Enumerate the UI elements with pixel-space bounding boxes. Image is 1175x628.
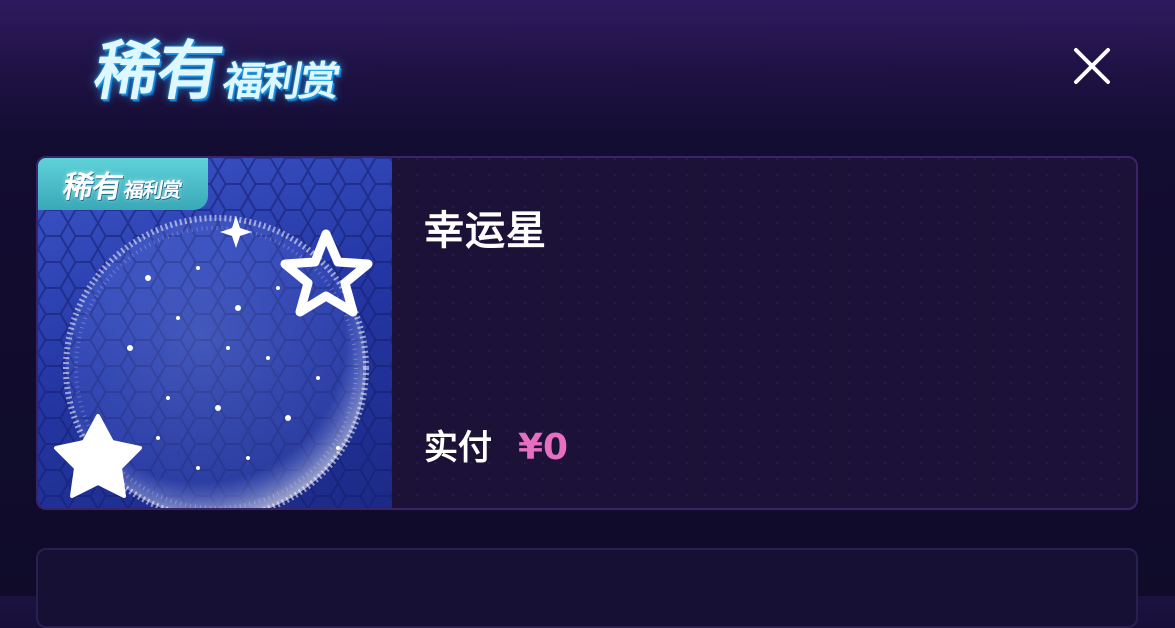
product-card[interactable]: 稀有福利赏 幸运星 实付 ¥0	[36, 156, 1138, 510]
page-title-main: 稀有	[88, 35, 226, 109]
rare-badge-sub: 福利赏	[121, 178, 184, 202]
rare-badge-main: 稀有	[60, 170, 125, 205]
star-sphere-icon	[54, 215, 373, 508]
product-name: 幸运星	[424, 208, 547, 254]
product-image: 稀有福利赏	[38, 158, 392, 508]
close-button[interactable]	[1068, 42, 1116, 90]
price-row: 实付 ¥0	[424, 420, 568, 469]
next-card[interactable]	[36, 548, 1138, 628]
price-label: 实付	[424, 428, 492, 468]
price-value: ¥0	[518, 427, 569, 468]
page-title-sub: 福利赏	[219, 59, 342, 105]
close-icon	[1074, 48, 1110, 84]
page-title: 稀有 福利赏	[88, 28, 347, 109]
rare-badge: 稀有福利赏	[38, 158, 208, 210]
